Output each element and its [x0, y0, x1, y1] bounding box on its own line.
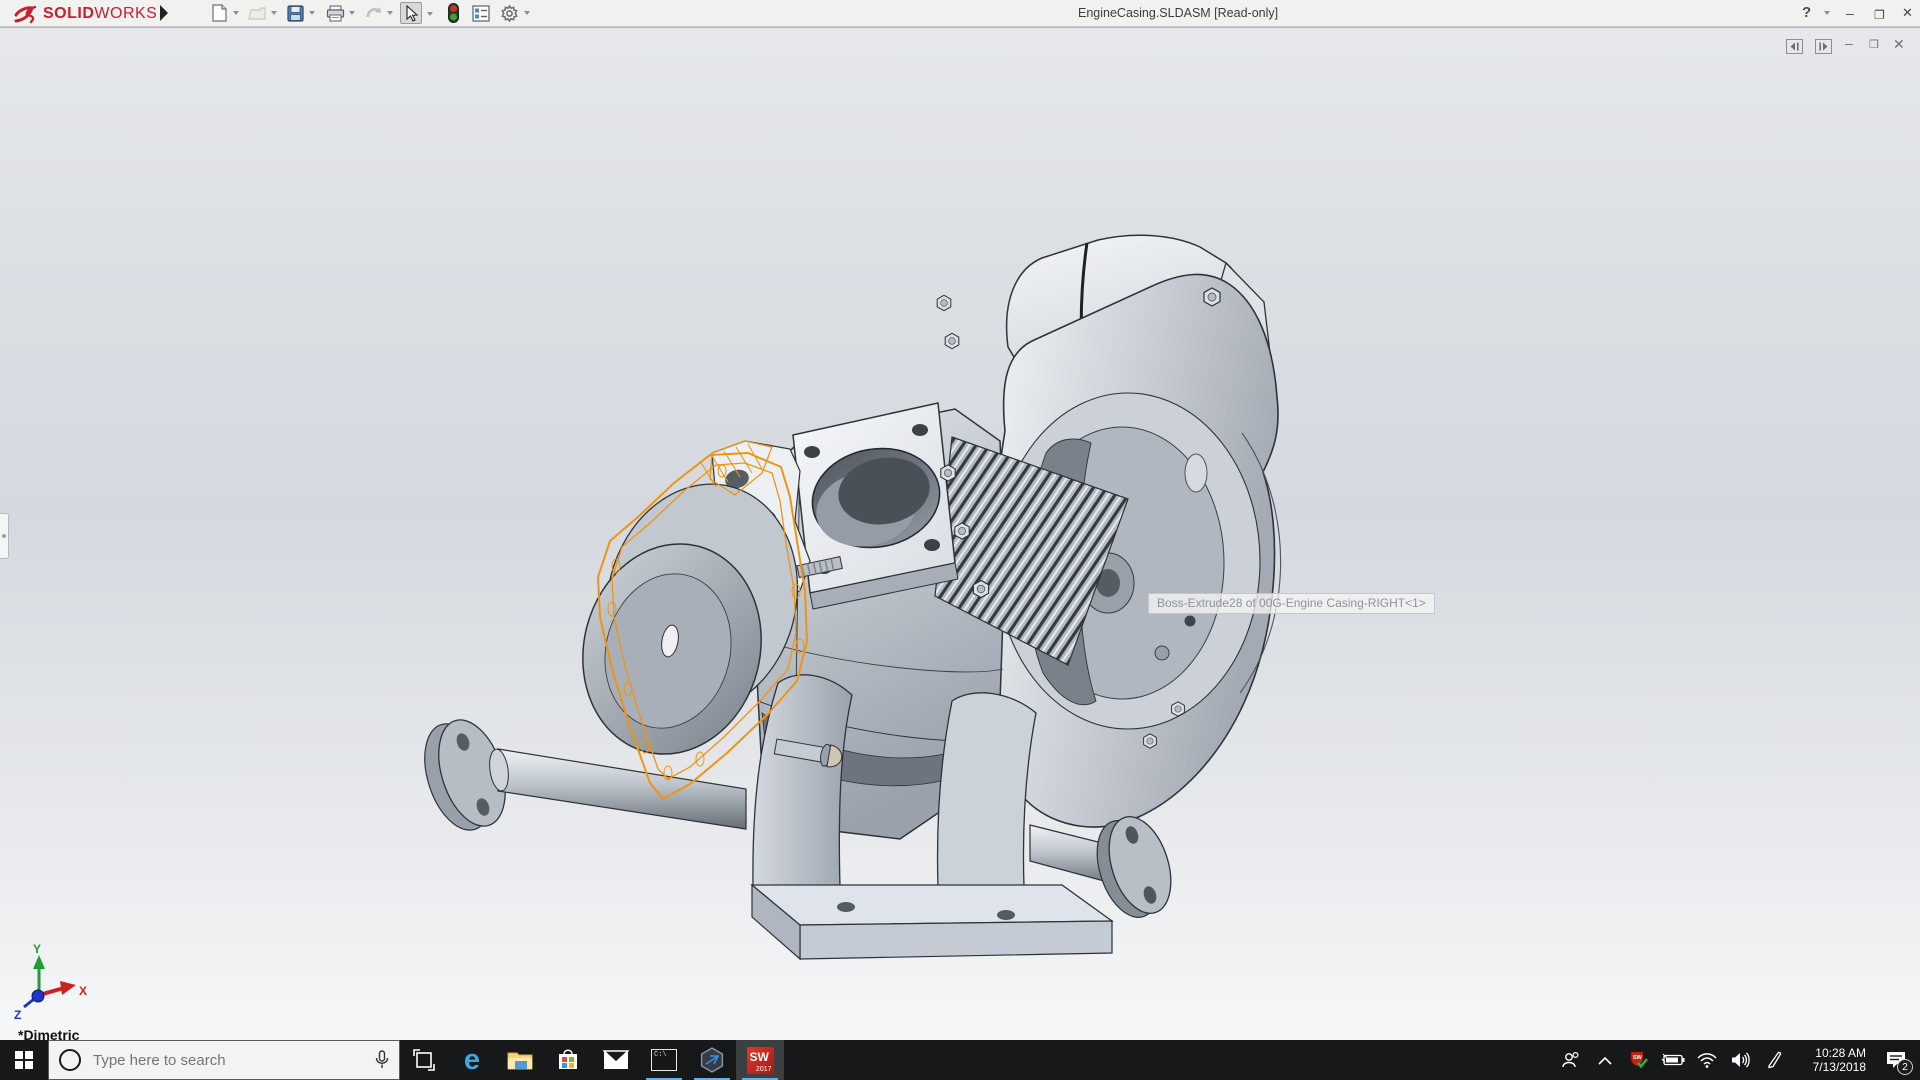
open-button[interactable]	[246, 2, 268, 24]
file-properties-icon	[472, 5, 490, 22]
save-floppy-icon	[287, 5, 304, 22]
file-explorer-icon	[507, 1049, 533, 1071]
taskbar-item-command-prompt[interactable]: C:\	[640, 1040, 688, 1080]
taskbar-search-box[interactable]	[48, 1040, 400, 1080]
undo-icon	[364, 5, 383, 21]
solidworks-window: SOLIDWORKS	[0, 0, 1920, 1080]
select-dropdown-caret-icon[interactable]	[427, 12, 433, 16]
wifi-icon[interactable]	[1692, 1040, 1722, 1080]
volume-icon[interactable]	[1726, 1040, 1756, 1080]
command-prompt-icon: C:\	[651, 1049, 677, 1071]
undo-dropdown-caret-icon[interactable]	[387, 11, 393, 15]
toolbar-flyout-arrow-icon[interactable]	[160, 5, 168, 21]
save-dropdown-caret-icon[interactable]	[309, 11, 315, 15]
graphics-viewport[interactable]: – ❐ ✕	[0, 27, 1920, 1040]
open-dropdown-caret-icon[interactable]	[271, 11, 277, 15]
taskbar-item-solidworks[interactable]: SW 2017	[736, 1040, 784, 1080]
hidden-icons-chevron-icon[interactable]	[1590, 1040, 1620, 1080]
taskbar-item-mail[interactable]	[592, 1040, 640, 1080]
triad-x-label: X	[79, 984, 87, 998]
windows-logo-icon	[15, 1051, 33, 1069]
mail-icon	[603, 1050, 629, 1070]
solidworks-logo-text: SOLIDWORKS	[43, 5, 157, 23]
triad-z-label: Z	[14, 1008, 21, 1022]
taskbar-item-microsoft-store[interactable]	[544, 1040, 592, 1080]
help-button[interactable]: ?	[1802, 4, 1811, 22]
microsoft-store-icon	[556, 1048, 580, 1072]
undo-button[interactable]	[362, 2, 384, 24]
document-title: EngineCasing.SLDASM [Read-only]	[1078, 6, 1278, 20]
action-center-button[interactable]: 2	[1876, 1040, 1916, 1080]
system-tray: SW 10:28 AM 7/13/2018	[1556, 1040, 1920, 1080]
open-folder-icon	[248, 5, 267, 21]
orientation-triad: Y X Z	[14, 942, 87, 1022]
rebuild-traffic-light-icon	[447, 3, 460, 23]
clock-date: 7/13/2018	[1800, 1060, 1866, 1074]
svg-text:SW: SW	[1633, 1055, 1643, 1061]
save-button[interactable]	[284, 2, 306, 24]
title-bar: SOLIDWORKS	[0, 0, 1920, 27]
engine-casing-assembly-model[interactable]: Y X Z	[0, 28, 1920, 1040]
windows-taskbar: e	[0, 1040, 1920, 1080]
taskbar-item-edge[interactable]: e	[448, 1040, 496, 1080]
select-cursor-icon	[404, 5, 419, 22]
taskbar-item-dev-app[interactable]	[688, 1040, 736, 1080]
new-document-icon	[211, 4, 228, 22]
triad-y-label: Y	[33, 942, 41, 956]
clock-time: 10:28 AM	[1800, 1046, 1866, 1060]
print-button[interactable]	[324, 2, 346, 24]
edge-icon: e	[464, 1046, 480, 1075]
app-close-button[interactable]: ✕	[1902, 4, 1913, 22]
file-properties-button[interactable]	[470, 2, 492, 24]
notification-badge: 2	[1897, 1059, 1913, 1075]
gear-icon	[500, 4, 519, 23]
taskbar-item-file-explorer[interactable]	[496, 1040, 544, 1080]
new-document-dropdown-caret-icon[interactable]	[233, 11, 239, 15]
options-button[interactable]	[498, 2, 520, 24]
options-dropdown-caret-icon[interactable]	[524, 11, 530, 15]
solidworks-logo: SOLIDWORKS	[10, 2, 157, 25]
start-button[interactable]	[0, 1040, 48, 1080]
app-minimize-button[interactable]: –	[1846, 4, 1854, 22]
app-restore-button[interactable]: ❐	[1874, 6, 1885, 24]
select-tool-button[interactable]	[400, 2, 422, 24]
solidworks-logo-icon	[10, 3, 40, 25]
new-document-button[interactable]	[208, 2, 230, 24]
help-dropdown-caret-icon[interactable]	[1824, 11, 1830, 15]
task-view-button[interactable]	[400, 1040, 448, 1080]
hexagon-app-icon	[699, 1047, 725, 1073]
taskbar-app-icons: e	[400, 1040, 784, 1080]
search-input[interactable]	[91, 1051, 365, 1070]
battery-icon[interactable]	[1658, 1040, 1688, 1080]
component-hover-tooltip: Boss-Extrude28 of 00G-Engine Casing-RIGH…	[1148, 593, 1435, 614]
solidworks-resource-monitor-icon[interactable]: SW	[1624, 1040, 1654, 1080]
view-orientation-label: *Dimetric	[18, 1027, 79, 1040]
solidworks-app-icon: SW 2017	[747, 1047, 774, 1074]
rebuild-button[interactable]	[442, 2, 464, 24]
microphone-icon[interactable]	[375, 1050, 389, 1070]
cortana-icon	[59, 1049, 81, 1071]
print-icon	[326, 5, 345, 22]
people-icon[interactable]	[1556, 1040, 1586, 1080]
print-dropdown-caret-icon[interactable]	[349, 11, 355, 15]
windows-ink-icon[interactable]	[1760, 1040, 1790, 1080]
task-view-icon	[413, 1049, 435, 1071]
taskbar-clock[interactable]: 10:28 AM 7/13/2018	[1800, 1046, 1866, 1074]
